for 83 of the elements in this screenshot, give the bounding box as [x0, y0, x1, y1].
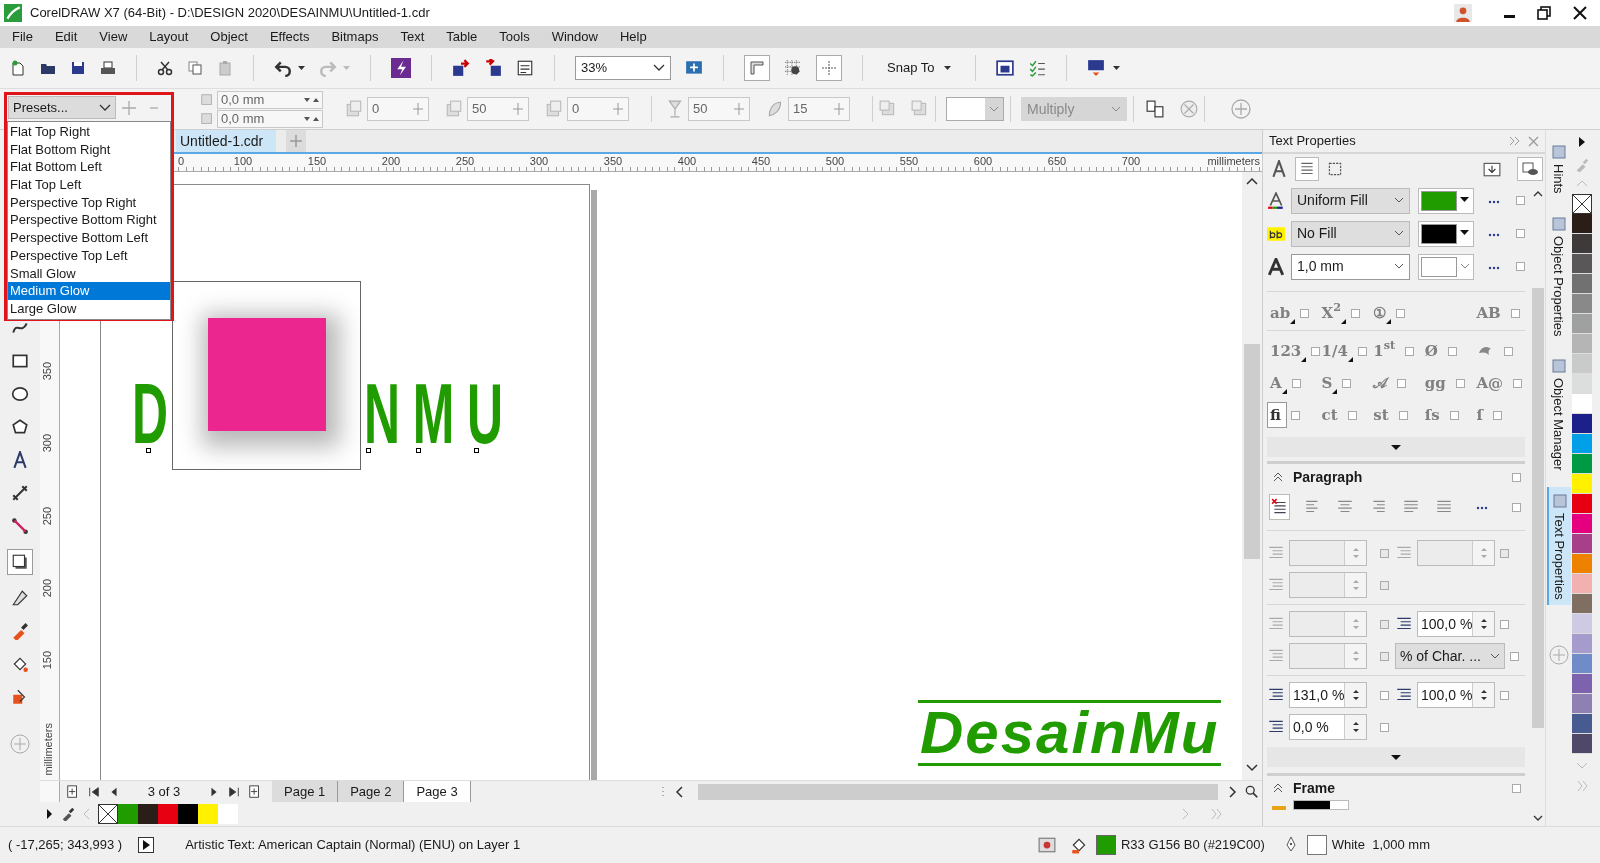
menu-item[interactable]: Help	[611, 27, 655, 47]
docker-tab[interactable]: Object Properties	[1546, 209, 1571, 343]
docker-title: Text Properties	[1269, 132, 1356, 151]
ruler-label: 0	[177, 155, 184, 167]
page-counter: 3 of 3	[146, 782, 182, 801]
spin-field[interactable]: 0,0 %	[1289, 714, 1367, 740]
spin-field[interactable]: 131,0 %	[1289, 682, 1367, 708]
number-field[interactable]: 0	[367, 97, 429, 121]
preset-item[interactable]: Medium Glow	[8, 282, 170, 300]
menu-item[interactable]: Effects	[261, 27, 318, 47]
number-field[interactable]: 50	[467, 97, 529, 121]
preset-item[interactable]: Flat Bottom Left	[8, 158, 170, 177]
ruler-label: 550	[899, 155, 919, 167]
fill-type-dropdown[interactable]: No Fill	[1291, 220, 1410, 247]
ruler-label: 200	[39, 578, 54, 598]
ruler-label: 300	[39, 434, 54, 453]
outline-info: White 1,000 mm	[1331, 836, 1430, 855]
menu-item[interactable]: View	[91, 27, 136, 47]
preset-item[interactable]: Perspective Bottom Right	[8, 211, 170, 230]
ruler-label: 450	[751, 155, 771, 167]
zoom-level-field[interactable]: 33%	[575, 56, 671, 80]
offset-field[interactable]: 0,0 mm	[217, 109, 323, 128]
feature-button[interactable]: fi	[1267, 402, 1287, 428]
number-field[interactable]: 0	[567, 97, 629, 121]
preset-item[interactable]: Flat Bottom Right	[8, 140, 170, 159]
docker-tab[interactable]: Object Manager	[1546, 352, 1571, 477]
ruler-unit: millimeters	[41, 723, 55, 776]
preset-item[interactable]: Large Glow	[8, 299, 170, 318]
preset-item[interactable]: Perspective Top Right	[8, 193, 170, 212]
ruler-label: 100	[233, 155, 253, 167]
ruler-label: 400	[677, 155, 697, 167]
ruler-label: 150	[39, 651, 54, 670]
preset-item[interactable]: Perspective Bottom Left	[8, 229, 170, 247]
menu-item[interactable]: Bitmaps	[323, 27, 387, 47]
window-title: CorelDRAW X7 (64-Bit) - D:\DESIGN 2020\DESAINMU\Untitled-1.cdr	[30, 4, 430, 23]
ruler-label: 250	[39, 506, 54, 525]
menu-item[interactable]: Edit	[46, 27, 86, 47]
section-title: Paragraph	[1293, 467, 1363, 487]
ruler-label: 600	[973, 155, 993, 167]
fill-type-dropdown[interactable]: 1,0 mm	[1291, 253, 1410, 280]
ruler-unit: millimeters	[1207, 154, 1261, 168]
object-info: Artistic Text: American Captain (Normal) (ENU) on Layer 1	[185, 836, 521, 855]
ruler-label: 250	[455, 155, 475, 167]
section-title: Frame	[1293, 778, 1336, 798]
page-tab[interactable]: Page 1	[272, 781, 339, 802]
docker-tab[interactable]: Hints	[1546, 138, 1571, 200]
preset-item[interactable]: Perspective Top Left	[8, 246, 170, 265]
docker-tab[interactable]: Text Properties	[1546, 486, 1571, 606]
presets-dropdown[interactable]: Presets...	[8, 96, 116, 119]
snap-to-button[interactable]: Snap To	[883, 55, 956, 81]
fill-type-dropdown[interactable]: Uniform Fill	[1291, 187, 1410, 214]
artistic-text: D	[132, 380, 168, 446]
document-tab[interactable]: Untitled-1.cdr	[176, 130, 276, 152]
number-field[interactable]: 15	[788, 97, 850, 121]
spin-field[interactable]: 100,0 %	[1417, 682, 1495, 708]
ruler-label: 200	[381, 155, 401, 167]
artistic-text: NMU	[364, 380, 516, 446]
unit-dropdown[interactable]: % of Char. ...	[1395, 643, 1505, 669]
page-tab[interactable]: Page 3	[404, 781, 471, 802]
menu-item[interactable]: File	[4, 27, 41, 47]
preset-item[interactable]: Flat Top Left	[8, 176, 170, 194]
menu-item[interactable]: Window	[543, 27, 606, 47]
menu-item[interactable]: Tools	[491, 27, 538, 47]
offset-field[interactable]: 0,0 mm	[217, 90, 323, 109]
preset-item[interactable]: Flat Top Right	[8, 123, 170, 141]
ruler-label: 350	[603, 155, 623, 167]
menu-item[interactable]: Object	[202, 27, 256, 47]
ruler-label: 500	[825, 155, 845, 167]
menu-item[interactable]: Text	[392, 27, 433, 47]
page-tab[interactable]: Page 2	[338, 781, 405, 802]
cursor-coordinates: ( -17,265; 343,993 )	[8, 836, 123, 855]
ruler-label: 700	[1121, 155, 1141, 167]
spin-field[interactable]: 100,0 %	[1417, 611, 1495, 637]
logo-text: DesainMu	[918, 700, 1222, 766]
menu-item[interactable]: Table	[438, 27, 486, 47]
menu-item[interactable]: Layout	[141, 27, 197, 47]
ruler-label: 650	[1047, 155, 1067, 167]
ruler-label: 150	[307, 155, 327, 167]
number-field[interactable]: 50	[688, 97, 750, 121]
ruler-label: 350	[39, 362, 54, 381]
preset-item[interactable]: Small Glow	[8, 264, 170, 283]
ruler-label: 300	[529, 155, 549, 167]
fill-color-info: R33 G156 B0 (#219C00)	[1120, 836, 1265, 855]
